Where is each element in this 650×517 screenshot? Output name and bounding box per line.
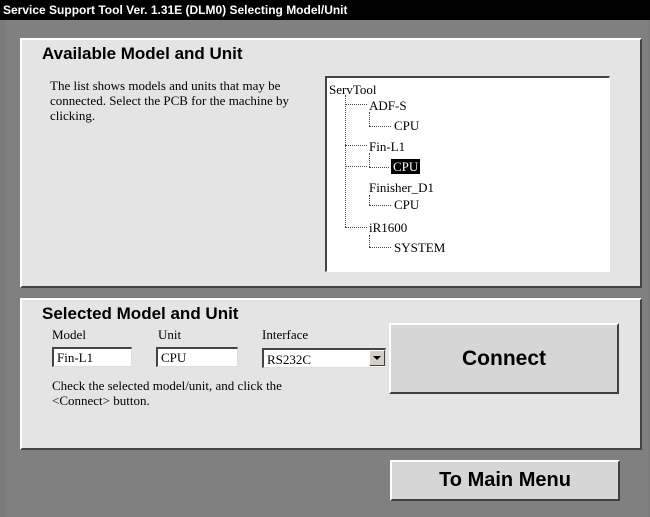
tree-connector [369,167,389,168]
tree-connector [369,247,391,248]
tree-connector [345,227,367,228]
tree-connector [369,195,370,205]
tree-node-adf-s-cpu[interactable]: CPU [394,118,419,133]
tree-connector [369,153,370,167]
tree-connector [369,235,370,247]
interface-select[interactable]: RS232C [262,348,386,368]
tree-node-fin-l1[interactable]: Fin-L1 [369,139,405,154]
connect-instructions: Check the selected model/unit, and click… [52,378,282,408]
available-description: The list shows models and units that may… [50,78,289,123]
window-title-bar: Service Support Tool Ver. 1.31E (DLM0) S… [0,0,650,20]
tree-connector [345,145,367,146]
model-label: Model [52,327,86,342]
window-title: Service Support Tool Ver. 1.31E (DLM0) S… [3,3,348,17]
tree-connector [369,112,370,126]
selected-panel-title: Selected Model and Unit [42,304,239,323]
available-panel: Available Model and Unit The list shows … [20,38,642,288]
tree-connector [369,205,391,206]
tree-node-fin-l1-cpu[interactable]: CPU [391,159,421,174]
chevron-down-icon[interactable] [369,350,385,366]
main-menu-button[interactable]: To Main Menu [390,460,620,501]
model-tree[interactable]: ServTool ADF-S CPU Fin-L1 CPU Finisher_D… [325,76,610,272]
tree-node-adf-s[interactable]: ADF-S [369,98,407,113]
unit-label: Unit [158,327,182,342]
interface-label: Interface [262,327,309,342]
tree-node-ir1600-system[interactable]: SYSTEM [394,240,445,255]
tree-connector [345,166,367,167]
selected-panel: Selected Model and Unit Model Unit Inter… [20,298,642,450]
tree-node-finisher-d1[interactable]: Finisher_D1 [369,180,434,195]
connect-button[interactable]: Connect [389,323,619,394]
interface-select-value: RS232C [267,352,312,367]
main-window: Available Model and Unit The list shows … [6,20,648,517]
available-panel-title: Available Model and Unit [42,44,243,63]
model-field[interactable]: Fin-L1 [52,347,132,367]
unit-field[interactable]: CPU [156,347,238,367]
tree-root-servtool[interactable]: ServTool [329,82,376,97]
tree-connector [369,126,391,127]
tree-node-ir1600[interactable]: iR1600 [369,220,407,235]
tree-node-finisher-d1-cpu[interactable]: CPU [394,197,419,212]
tree-connector [345,104,367,105]
tree-connector-root [345,95,346,227]
